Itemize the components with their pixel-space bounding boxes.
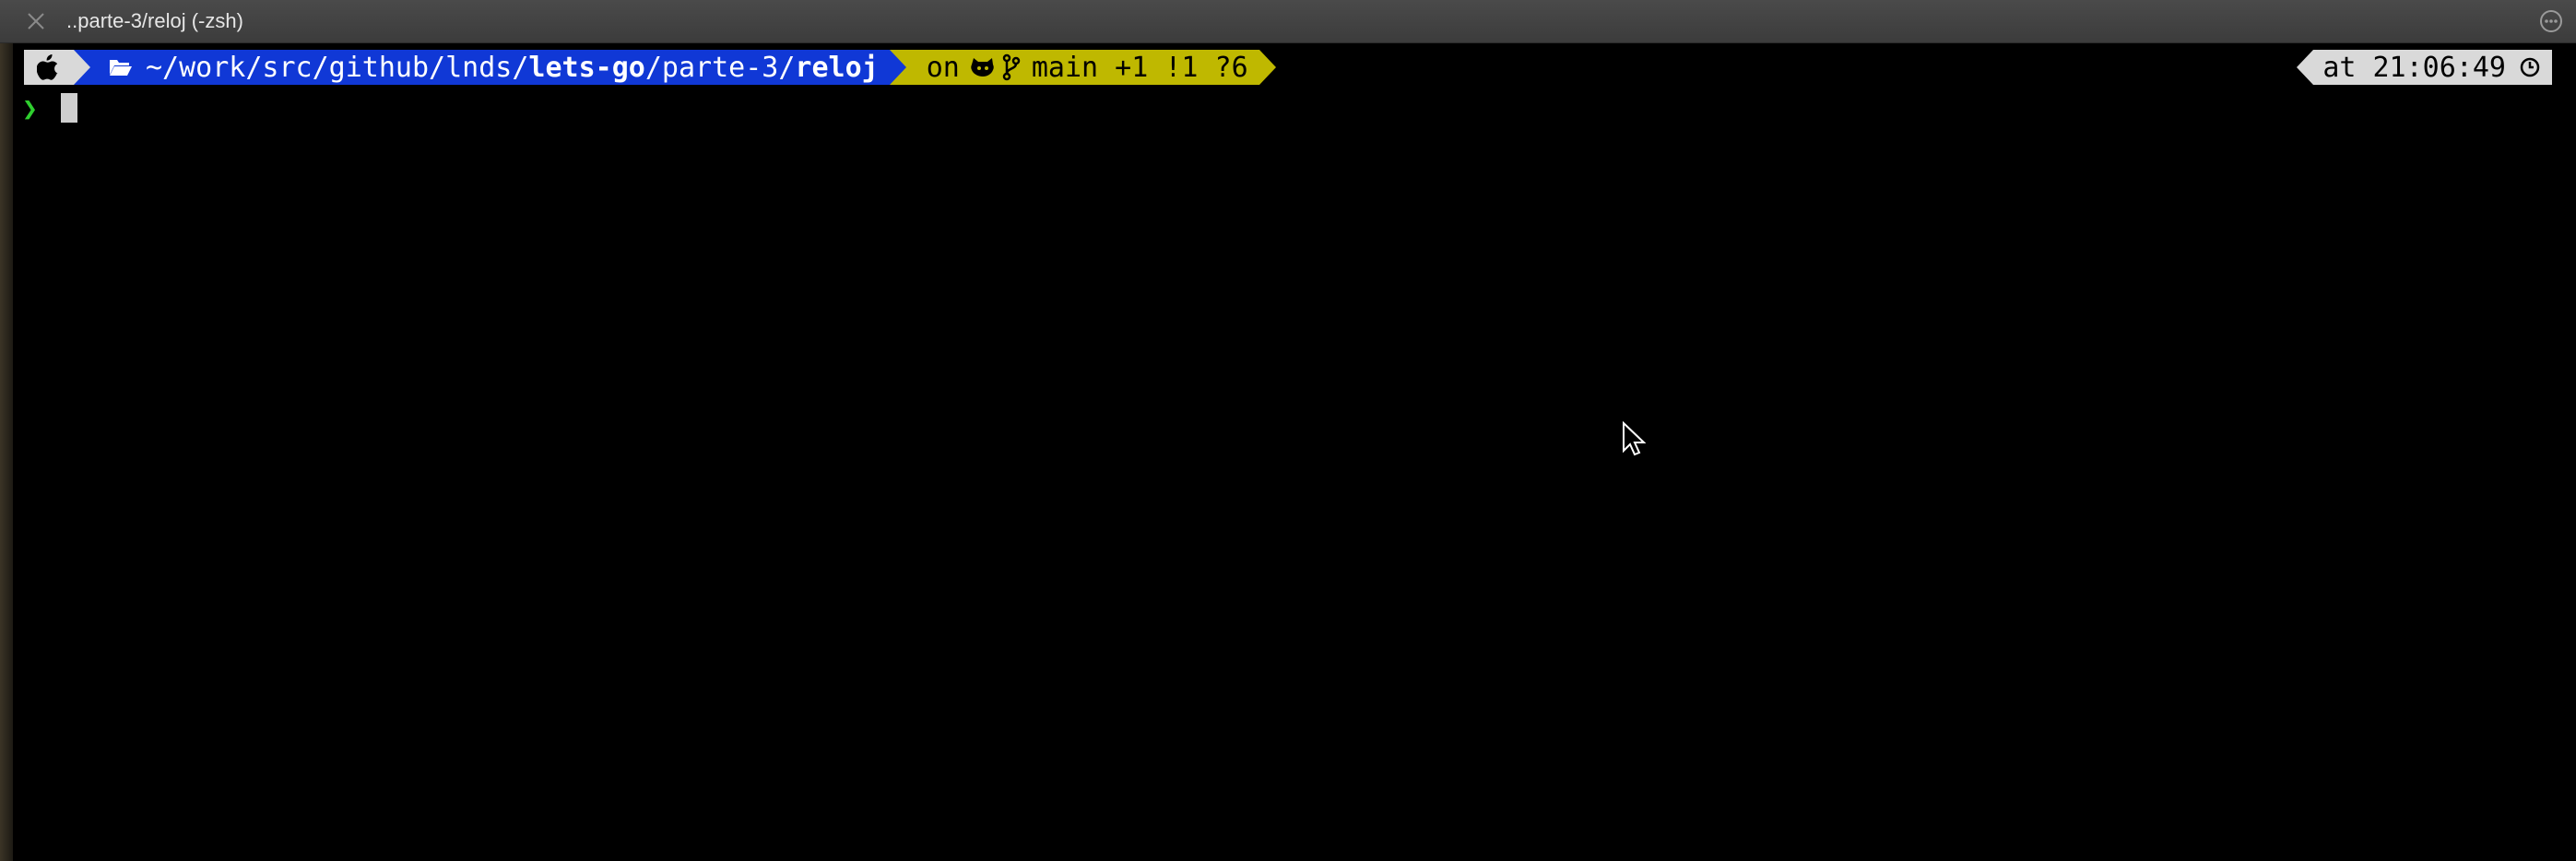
time-text: at 21:06:49 [2322, 51, 2506, 84]
path-prefix: ~/work/src/github/lnds/ [146, 51, 529, 84]
title-bar: ..parte-3/reloj (-zsh) [0, 0, 2576, 43]
window-title: ..parte-3/reloj (-zsh) [66, 9, 243, 32]
vcs-on-label: on [926, 51, 960, 84]
apple-icon [37, 54, 58, 80]
prompt-symbol: ❯ [22, 92, 38, 124]
vcs-segment: on main +1 !1 ?6 [905, 50, 1259, 85]
directory-segment: ~/work/src/github/lnds/lets-go/parte-3/r… [90, 50, 890, 85]
prompt-left: ~/work/src/github/lnds/lets-go/parte-3/r… [24, 47, 1276, 88]
desktop-background-strip [0, 43, 13, 861]
path-current: reloj [795, 51, 879, 84]
command-input-line[interactable]: ❯ [22, 91, 77, 124]
github-icon [971, 58, 994, 77]
segment-separator [889, 50, 906, 85]
folder-open-icon [110, 60, 132, 76]
prompt-right: at 21:06:49 [2297, 47, 2552, 88]
branch-status: main +1 !1 ?6 [1031, 51, 1248, 84]
close-icon[interactable] [24, 9, 48, 33]
segment-separator [1258, 50, 1276, 85]
path-mid: /parte-3/ [644, 51, 796, 84]
clock-icon [2520, 57, 2540, 77]
segment-separator [74, 50, 90, 85]
path-repo: lets-go [528, 51, 645, 84]
git-branch-icon [1002, 53, 1021, 81]
mouse-pointer-icon [1623, 421, 1646, 456]
terminal-area[interactable]: ~/work/src/github/lnds/lets-go/parte-3/r… [13, 43, 2576, 861]
terminal-window: ..parte-3/reloj (-zsh) ~/work/src/github [0, 0, 2576, 861]
ellipsis-circle-icon[interactable] [2539, 9, 2563, 33]
time-segment: at 21:06:49 [2313, 50, 2552, 85]
text-cursor [61, 93, 77, 123]
segment-separator [2297, 50, 2314, 85]
os-segment [24, 50, 74, 85]
